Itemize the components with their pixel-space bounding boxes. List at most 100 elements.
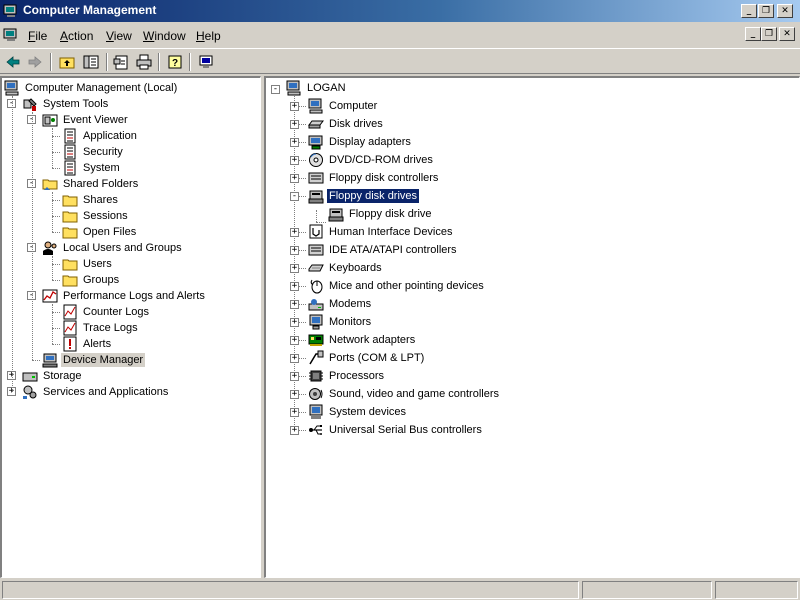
tree-connector bbox=[299, 304, 306, 305]
left-tree-trace-logs[interactable]: Trace Logs bbox=[62, 320, 140, 336]
status-panel-main bbox=[2, 581, 579, 599]
left-tree-storage[interactable]: Storage bbox=[22, 368, 84, 384]
tree-node-label: Sessions bbox=[83, 210, 128, 222]
expand-button[interactable]: + bbox=[290, 264, 299, 273]
left-tree-computer-management-local[interactable]: Computer Management (Local) bbox=[4, 80, 179, 96]
device-category-floppy-disk-controllers[interactable]: Floppy disk controllers bbox=[308, 170, 440, 186]
expand-button[interactable]: + bbox=[290, 156, 299, 165]
forward-button[interactable] bbox=[24, 52, 46, 72]
device-manager-icon bbox=[42, 352, 58, 368]
device-category-system-devices[interactable]: System devices bbox=[308, 404, 408, 420]
left-tree-shared-folders[interactable]: Shared Folders bbox=[42, 176, 140, 192]
left-tree-security[interactable]: Security bbox=[62, 144, 125, 160]
properties-button[interactable] bbox=[110, 52, 132, 72]
up-one-level-button[interactable] bbox=[56, 52, 78, 72]
expand-button[interactable]: + bbox=[290, 372, 299, 381]
close-button[interactable]: ✕ bbox=[777, 4, 793, 18]
device-category-network-adapters[interactable]: Network adapters bbox=[308, 332, 417, 348]
menu-window[interactable]: Window bbox=[143, 29, 186, 43]
left-tree-performance-logs-and-alerts[interactable]: Performance Logs and Alerts bbox=[42, 288, 207, 304]
device-category-ide-ata-atapi-controllers[interactable]: IDE ATA/ATAPI controllers bbox=[308, 242, 459, 258]
left-tree-users[interactable]: Users bbox=[62, 256, 114, 272]
expand-button[interactable]: + bbox=[290, 228, 299, 237]
help-icon: ? bbox=[168, 55, 182, 69]
left-tree-services-and-applications[interactable]: Services and Applications bbox=[22, 384, 170, 400]
up-folder-icon bbox=[59, 57, 75, 69]
restore-button[interactable]: ❐ bbox=[758, 4, 774, 18]
device-category-mice-and-other-pointing-devices[interactable]: Mice and other pointing devices bbox=[308, 278, 486, 294]
left-tree-application[interactable]: Application bbox=[62, 128, 139, 144]
scan-hardware-button[interactable] bbox=[195, 52, 217, 72]
device-category-human-interface-devices[interactable]: Human Interface Devices bbox=[308, 224, 455, 240]
left-tree-event-viewer[interactable]: Event Viewer bbox=[42, 112, 130, 128]
device-category-dvd-cd-rom-drives[interactable]: DVD/CD-ROM drives bbox=[308, 152, 435, 168]
print-button[interactable] bbox=[133, 52, 155, 72]
expand-button[interactable]: + bbox=[290, 282, 299, 291]
expand-button[interactable]: + bbox=[290, 336, 299, 345]
expand-button[interactable]: + bbox=[290, 120, 299, 129]
child-close-button[interactable]: ✕ bbox=[779, 27, 795, 41]
menu-action[interactable]: Action bbox=[60, 29, 93, 43]
title-bar[interactable]: Computer Management _ ❐ ✕ bbox=[0, 0, 800, 22]
tree-node-label: Computer bbox=[329, 100, 378, 112]
expand-button[interactable]: + bbox=[290, 174, 299, 183]
expand-button[interactable]: + bbox=[290, 246, 299, 255]
left-tree-system-tools[interactable]: System Tools bbox=[22, 96, 110, 112]
left-tree-open-files[interactable]: Open Files bbox=[62, 224, 138, 240]
minimize-button[interactable]: _ bbox=[741, 4, 757, 18]
collapse-button[interactable]: - bbox=[290, 192, 299, 201]
left-tree-system[interactable]: System bbox=[62, 160, 122, 176]
tree-connector bbox=[299, 250, 306, 251]
tree-connector bbox=[299, 286, 306, 287]
expand-button[interactable]: + bbox=[290, 408, 299, 417]
device-category-floppy-disk-drives[interactable]: Floppy disk drives bbox=[308, 188, 421, 204]
cdrom-icon bbox=[308, 152, 324, 168]
expand-button[interactable]: + bbox=[290, 318, 299, 327]
back-button[interactable] bbox=[2, 52, 24, 72]
expand-button[interactable]: + bbox=[290, 426, 299, 435]
system-menu-icon[interactable] bbox=[3, 27, 19, 43]
expand-button[interactable]: + bbox=[290, 300, 299, 309]
device-category-sound-video-and-game-controllers[interactable]: Sound, video and game controllers bbox=[308, 386, 501, 402]
device-category-keyboards[interactable]: Keyboards bbox=[308, 260, 384, 276]
collapse-button[interactable]: - bbox=[271, 85, 280, 94]
device-root-logan[interactable]: LOGAN bbox=[286, 80, 348, 96]
device-category-floppy-disk-drive[interactable]: Floppy disk drive bbox=[328, 206, 434, 222]
device-category-disk-drives[interactable]: Disk drives bbox=[308, 116, 385, 132]
left-tree-device-manager[interactable]: Device Manager bbox=[42, 352, 146, 368]
child-restore-button[interactable]: ❐ bbox=[761, 27, 777, 41]
help-button[interactable]: ? bbox=[164, 52, 186, 72]
device-tree-pane[interactable]: - LOGAN + Computer + Disk drives + Display adap… bbox=[264, 76, 800, 578]
device-category-monitors[interactable]: Monitors bbox=[308, 314, 373, 330]
left-tree-sessions[interactable]: Sessions bbox=[62, 208, 130, 224]
device-category-display-adapters[interactable]: Display adapters bbox=[308, 134, 413, 150]
expand-button[interactable]: + bbox=[290, 138, 299, 147]
expand-button[interactable]: + bbox=[290, 102, 299, 111]
modem-icon bbox=[308, 296, 324, 312]
expand-button[interactable]: + bbox=[290, 390, 299, 399]
child-minimize-button[interactable]: _ bbox=[745, 27, 761, 41]
left-tree-groups[interactable]: Groups bbox=[62, 272, 121, 288]
left-tree-counter-logs[interactable]: Counter Logs bbox=[62, 304, 151, 320]
device-category-processors[interactable]: Processors bbox=[308, 368, 386, 384]
show-hide-tree-button[interactable] bbox=[80, 52, 102, 72]
expand-button[interactable]: + bbox=[290, 354, 299, 363]
toolbar-separator bbox=[50, 53, 52, 71]
device-category-ports-com-lpt[interactable]: Ports (COM & LPT) bbox=[308, 350, 426, 366]
device-category-universal-serial-bus-controllers[interactable]: Universal Serial Bus controllers bbox=[308, 422, 484, 438]
console-tree-pane[interactable]: Computer Management (Local) - System Tools… bbox=[0, 76, 261, 578]
tree-node-label: LOGAN bbox=[307, 82, 346, 94]
device-category-modems[interactable]: Modems bbox=[308, 296, 373, 312]
menu-help[interactable]: Help bbox=[196, 29, 221, 43]
tree-node-label: System devices bbox=[329, 406, 407, 418]
device-category-computer[interactable]: Computer bbox=[308, 98, 379, 114]
sound-icon bbox=[308, 386, 324, 402]
tree-connector bbox=[52, 280, 60, 281]
performance-icon bbox=[42, 288, 58, 304]
menu-file[interactable]: File bbox=[28, 29, 47, 43]
left-tree-alerts[interactable]: Alerts bbox=[62, 336, 113, 352]
monitor-icon bbox=[308, 314, 324, 330]
left-tree-shares[interactable]: Shares bbox=[62, 192, 120, 208]
menu-view[interactable]: View bbox=[106, 29, 132, 43]
left-tree-local-users-and-groups[interactable]: Local Users and Groups bbox=[42, 240, 184, 256]
